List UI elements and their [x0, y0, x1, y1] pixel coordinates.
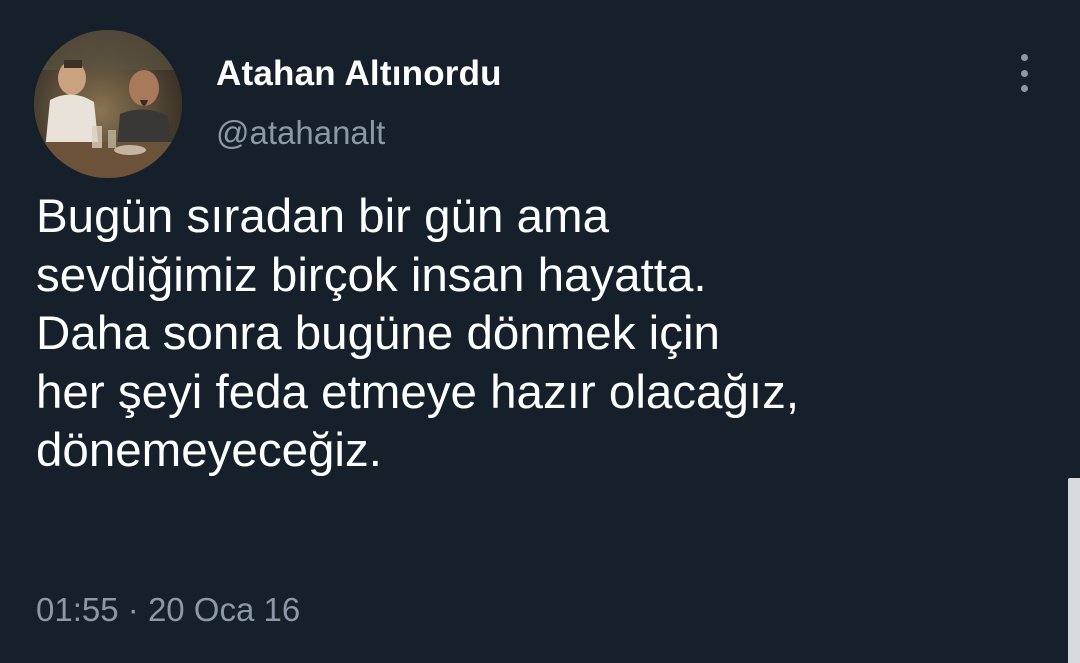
- tweet-text-line: sevdiğimiz birçok insan hayatta.: [36, 248, 707, 302]
- meta-separator: ·: [127, 591, 139, 628]
- tweet-text-line: Bugün sıradan bir gün ama: [36, 190, 610, 243]
- tweet-timestamp[interactable]: 01:55 · 20 Oca 16: [36, 591, 300, 629]
- avatar[interactable]: [34, 30, 182, 178]
- more-icon-dot: [1020, 54, 1028, 61]
- tweet-text-line: Daha sonra bugüne dönmek için: [36, 307, 720, 360]
- tweet-date: 20 Oca 16: [147, 591, 301, 628]
- scrollbar-thumb[interactable]: [1068, 478, 1080, 663]
- more-vertical-icon[interactable]: [1006, 52, 1042, 94]
- tweet-time: 01:55: [36, 591, 119, 628]
- tweet-text: Bugün sıradan bir gün ama sevdiğimiz bir…: [36, 188, 1046, 481]
- more-icon-dot: [1020, 85, 1028, 92]
- tweet-text-line: her şeyi feda etmeye hazır olacağız,: [36, 365, 800, 419]
- tweet-card: Atahan Altınordu @atahanalt Bugün sırada…: [0, 0, 1080, 663]
- author-handle[interactable]: @atahanalt: [216, 114, 385, 152]
- tweet-text-line: dönemeyeceğiz.: [36, 424, 382, 477]
- avatar-photo: [34, 30, 182, 178]
- more-icon-dot: [1020, 69, 1028, 77]
- author-display-name[interactable]: Atahan Altınordu: [216, 54, 502, 94]
